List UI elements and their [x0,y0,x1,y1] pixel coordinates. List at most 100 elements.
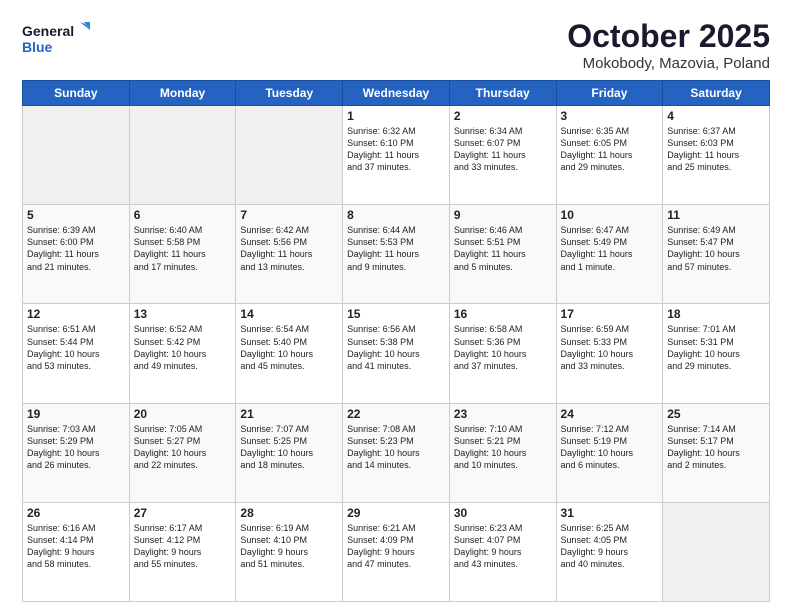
cell-info: Sunrise: 7:10 AM Sunset: 5:21 PM Dayligh… [454,423,552,472]
day-number: 2 [454,109,552,123]
day-number: 30 [454,506,552,520]
table-row: 31 Sunrise: 6:25 AM Sunset: 4:05 PM Dayli… [556,502,663,601]
table-row [663,502,770,601]
day-number: 23 [454,407,552,421]
calendar-week-row: 1Sunrise: 6:32 AM Sunset: 6:10 PM Daylig… [23,106,770,205]
cell-info: Sunrise: 6:44 AM Sunset: 5:53 PM Dayligh… [347,224,445,273]
header-tuesday: Tuesday [236,81,343,106]
day-number: 8 [347,208,445,222]
calendar-week-row: 5 Sunrise: 6:39 AM Sunset: 6:00 PM Daylig… [23,205,770,304]
table-row: 8 Sunrise: 6:44 AM Sunset: 5:53 PM Daylig… [343,205,450,304]
day-number: 7 [240,208,338,222]
header-wednesday: Wednesday [343,81,450,106]
table-row [23,106,130,205]
day-number: 18 [667,307,765,321]
table-row: 2Sunrise: 6:34 AM Sunset: 6:07 PM Daylig… [449,106,556,205]
cell-info: Sunrise: 6:16 AM Sunset: 4:14 PM Dayligh… [27,522,125,571]
day-number: 28 [240,506,338,520]
day-number: 26 [27,506,125,520]
table-row: 3 Sunrise: 6:35 AM Sunset: 6:05 PM Daylig… [556,106,663,205]
logo-svg: General Blue [22,18,92,62]
day-number: 9 [454,208,552,222]
calendar-table: Sunday Monday Tuesday Wednesday Thursday… [22,80,770,602]
header-thursday: Thursday [449,81,556,106]
cell-info: Sunrise: 7:01 AM Sunset: 5:31 PM Dayligh… [667,323,765,372]
day-number: 4 [667,109,765,123]
table-row: 20Sunrise: 7:05 AM Sunset: 5:27 PM Dayli… [129,403,236,502]
cell-info: Sunrise: 6:40 AM Sunset: 5:58 PM Dayligh… [134,224,232,273]
day-number: 17 [561,307,659,321]
table-row: 16Sunrise: 6:58 AM Sunset: 5:36 PM Dayli… [449,304,556,403]
cell-info: Sunrise: 6:52 AM Sunset: 5:42 PM Dayligh… [134,323,232,372]
cell-info: Sunrise: 6:42 AM Sunset: 5:56 PM Dayligh… [240,224,338,273]
table-row: 24 Sunrise: 7:12 AM Sunset: 5:19 PM Dayli… [556,403,663,502]
table-row: 1Sunrise: 6:32 AM Sunset: 6:10 PM Daylig… [343,106,450,205]
table-row: 26 Sunrise: 6:16 AM Sunset: 4:14 PM Dayli… [23,502,130,601]
table-row: 30 Sunrise: 6:23 AM Sunset: 4:07 PM Dayli… [449,502,556,601]
table-row: 22Sunrise: 7:08 AM Sunset: 5:23 PM Dayli… [343,403,450,502]
cell-info: Sunrise: 6:23 AM Sunset: 4:07 PM Dayligh… [454,522,552,571]
day-number: 6 [134,208,232,222]
cell-info: Sunrise: 6:39 AM Sunset: 6:00 PM Dayligh… [27,224,125,273]
day-number: 25 [667,407,765,421]
table-row: 23 Sunrise: 7:10 AM Sunset: 5:21 PM Dayli… [449,403,556,502]
cell-info: Sunrise: 7:12 AM Sunset: 5:19 PM Dayligh… [561,423,659,472]
cell-info: Sunrise: 6:59 AM Sunset: 5:33 PM Dayligh… [561,323,659,372]
cell-info: Sunrise: 6:49 AM Sunset: 5:47 PM Dayligh… [667,224,765,273]
table-row: 21 Sunrise: 7:07 AM Sunset: 5:25 PM Dayli… [236,403,343,502]
day-number: 14 [240,307,338,321]
day-number: 22 [347,407,445,421]
day-number: 5 [27,208,125,222]
day-number: 27 [134,506,232,520]
svg-text:Blue: Blue [22,39,53,55]
header-saturday: Saturday [663,81,770,106]
table-row: 5 Sunrise: 6:39 AM Sunset: 6:00 PM Daylig… [23,205,130,304]
cell-info: Sunrise: 6:21 AM Sunset: 4:09 PM Dayligh… [347,522,445,571]
day-number: 11 [667,208,765,222]
table-row: 6 Sunrise: 6:40 AM Sunset: 5:58 PM Daylig… [129,205,236,304]
cell-info: Sunrise: 6:46 AM Sunset: 5:51 PM Dayligh… [454,224,552,273]
days-header-row: Sunday Monday Tuesday Wednesday Thursday… [23,81,770,106]
table-row: 17 Sunrise: 6:59 AM Sunset: 5:33 PM Dayli… [556,304,663,403]
svg-text:General: General [22,23,74,39]
table-row: 13 Sunrise: 6:52 AM Sunset: 5:42 PM Dayli… [129,304,236,403]
cell-info: Sunrise: 6:56 AM Sunset: 5:38 PM Dayligh… [347,323,445,372]
page: General Blue October 2025 Mokobody, Mazo… [0,0,792,612]
day-number: 15 [347,307,445,321]
table-row: 28Sunrise: 6:19 AM Sunset: 4:10 PM Dayli… [236,502,343,601]
day-number: 21 [240,407,338,421]
cell-info: Sunrise: 6:47 AM Sunset: 5:49 PM Dayligh… [561,224,659,273]
table-row: 19Sunrise: 7:03 AM Sunset: 5:29 PM Dayli… [23,403,130,502]
day-number: 13 [134,307,232,321]
table-row: 18 Sunrise: 7:01 AM Sunset: 5:31 PM Dayli… [663,304,770,403]
day-number: 10 [561,208,659,222]
table-row: 10 Sunrise: 6:47 AM Sunset: 5:49 PM Dayli… [556,205,663,304]
table-row [236,106,343,205]
day-number: 16 [454,307,552,321]
cell-info: Sunrise: 6:32 AM Sunset: 6:10 PM Dayligh… [347,125,445,174]
cell-info: Sunrise: 7:07 AM Sunset: 5:25 PM Dayligh… [240,423,338,472]
cell-info: Sunrise: 7:03 AM Sunset: 5:29 PM Dayligh… [27,423,125,472]
cell-info: Sunrise: 6:35 AM Sunset: 6:05 PM Dayligh… [561,125,659,174]
subtitle: Mokobody, Mazovia, Poland [567,55,770,72]
cell-info: Sunrise: 6:17 AM Sunset: 4:12 PM Dayligh… [134,522,232,571]
cell-info: Sunrise: 7:05 AM Sunset: 5:27 PM Dayligh… [134,423,232,472]
header-sunday: Sunday [23,81,130,106]
table-row: 29 Sunrise: 6:21 AM Sunset: 4:09 PM Dayli… [343,502,450,601]
calendar-week-row: 26 Sunrise: 6:16 AM Sunset: 4:14 PM Dayli… [23,502,770,601]
table-row: 15 Sunrise: 6:56 AM Sunset: 5:38 PM Dayli… [343,304,450,403]
day-number: 29 [347,506,445,520]
calendar-week-row: 12Sunrise: 6:51 AM Sunset: 5:44 PM Dayli… [23,304,770,403]
table-row: 9 Sunrise: 6:46 AM Sunset: 5:51 PM Daylig… [449,205,556,304]
month-title: October 2025 [567,18,770,55]
logo: General Blue [22,18,92,62]
table-row: 14Sunrise: 6:54 AM Sunset: 5:40 PM Dayli… [236,304,343,403]
day-number: 3 [561,109,659,123]
table-row: 7 Sunrise: 6:42 AM Sunset: 5:56 PM Daylig… [236,205,343,304]
header-friday: Friday [556,81,663,106]
day-number: 24 [561,407,659,421]
table-row: 4Sunrise: 6:37 AM Sunset: 6:03 PM Daylig… [663,106,770,205]
table-row: 12Sunrise: 6:51 AM Sunset: 5:44 PM Dayli… [23,304,130,403]
day-number: 31 [561,506,659,520]
cell-info: Sunrise: 6:25 AM Sunset: 4:05 PM Dayligh… [561,522,659,571]
